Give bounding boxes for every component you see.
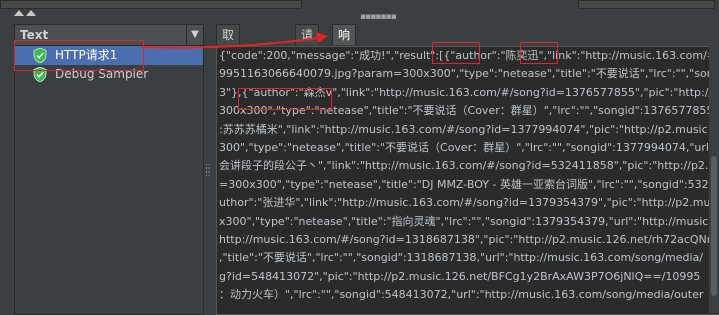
- annotation-box-http-request: [14, 40, 144, 71]
- annotation-box-author-2: [238, 88, 332, 110]
- panel-splitter[interactable]: ::::::: [204, 24, 210, 313]
- response-line: :苏苏苏橘米","link":"http://music.163.com/#/s…: [219, 122, 708, 136]
- collapse-down-icon[interactable]: [26, 10, 36, 16]
- annotation-box-author: [432, 42, 480, 64]
- response-line: http://music.163.com/#/song?id=131868713…: [219, 232, 712, 246]
- response-line: x300","type":"netease","title":"指向灵魂","l…: [219, 214, 719, 228]
- toolbar-field-left: [0, 0, 302, 9]
- annotation-box-link: [520, 42, 558, 64]
- response-line: uthor":"张进华","link":"http://music.163.co…: [219, 196, 711, 210]
- tab-sampler-result[interactable]: 取样器结果: [216, 24, 241, 122]
- response-line: 300","type":"netease","title":"不要说话（Cove…: [219, 140, 709, 154]
- vertical-scrollbar[interactable]: [709, 46, 719, 313]
- tab-response-data[interactable]: 响应数据: [332, 24, 357, 102]
- top-toolbar: ▪▪▪▪▪▪▪: [0, 0, 719, 22]
- response-text-area[interactable]: {"code":200,"message":"成功!","result":[{"…: [216, 46, 719, 315]
- response-line: ：动力火车）","lrc":"","songid":548413072,"url…: [219, 288, 704, 302]
- response-line: =300x300","type":"netease","title":"DJ M…: [219, 177, 709, 191]
- collapse-up-icon[interactable]: [14, 10, 24, 16]
- splitter-grip-icon[interactable]: ▪▪▪▪▪▪▪: [360, 12, 397, 22]
- splitter-grip-icon[interactable]: ::::::: [205, 162, 210, 178]
- chevron-down-icon[interactable]: ▼: [186, 25, 203, 45]
- toolbar-field-right: [578, 0, 715, 9]
- response-line: g?id=548413072","pic":"http://p2.music.1…: [219, 269, 701, 283]
- scrollbar-thumb[interactable]: [711, 156, 717, 296]
- tab-request[interactable]: 请求: [295, 24, 320, 62]
- response-line: 9951163066640079.jpg?param=300x300","typ…: [219, 67, 714, 81]
- response-panel: 取样器结果 请求 响应数据 {"code":200,"message":"成功!…: [212, 22, 719, 315]
- response-line: 会讲段子的段公子丶","link":"http://music.163.com/…: [219, 159, 709, 173]
- response-line: ,"title":"不要说话","lrc":"","songid":131868…: [219, 251, 703, 265]
